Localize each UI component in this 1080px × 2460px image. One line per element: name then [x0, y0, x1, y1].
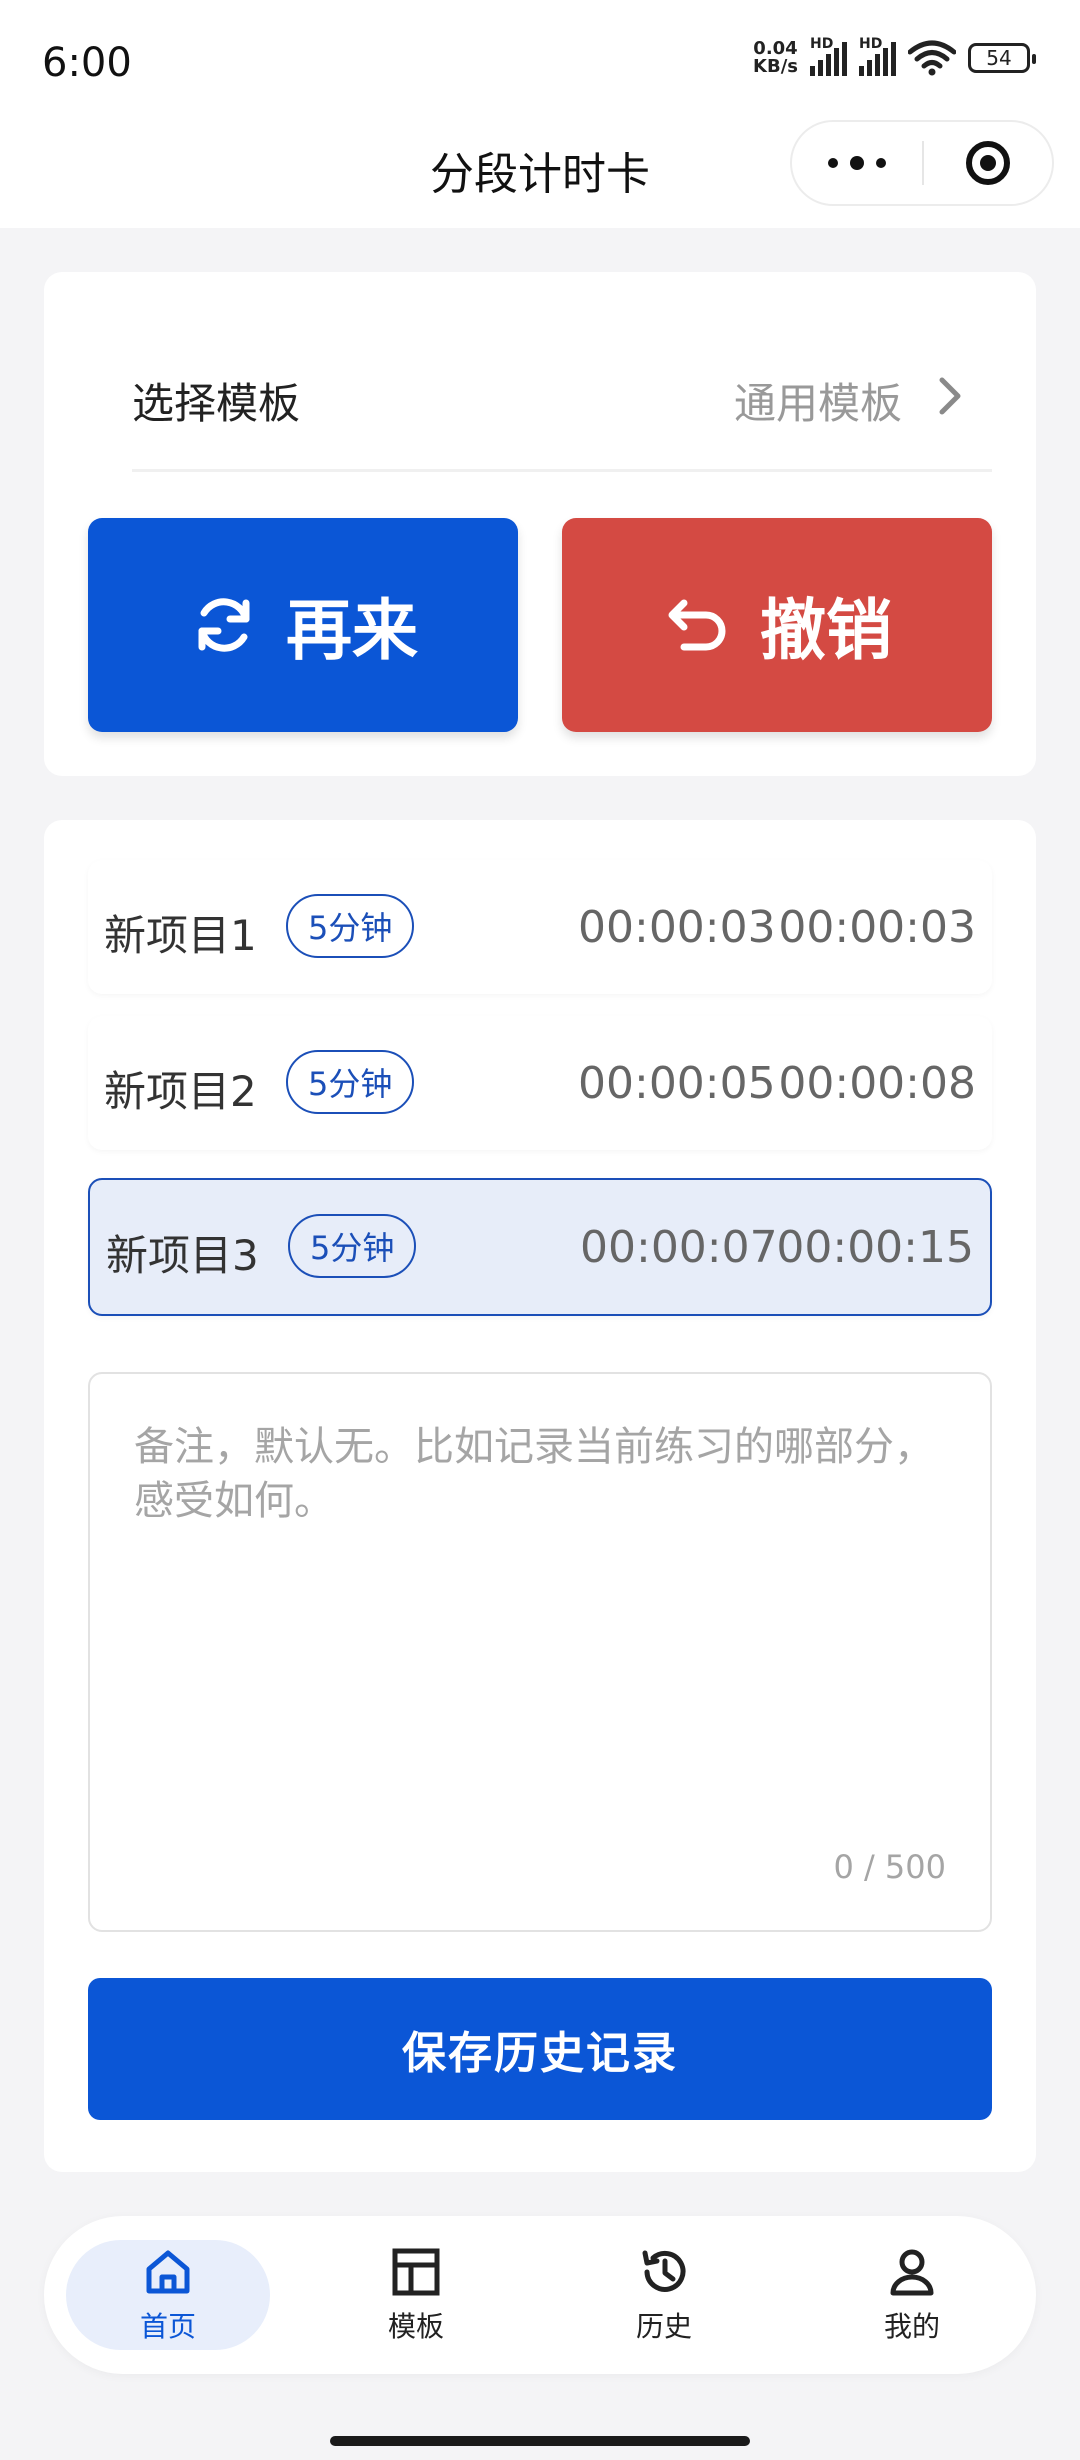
undo-button[interactable]: 撤销: [562, 518, 992, 732]
timer-card: 新项目1 5分钟 00:00:03 00:00:03 新项目2 5分钟 00:0…: [44, 820, 1036, 2172]
note-placeholder: 备注，默认无。比如记录当前练习的哪部分，感受如何。: [134, 1424, 934, 1524]
template-icon: [392, 2248, 440, 2296]
tab-history[interactable]: 历史: [562, 2240, 766, 2350]
timer-item[interactable]: 新项目1 5分钟 00:00:03 00:00:03: [88, 860, 992, 994]
note-char-counter: 0 / 500: [833, 1848, 946, 1886]
bottom-tab-bar: 首页 模板 历史 我的: [44, 2216, 1036, 2374]
item-name: 新项目2: [104, 1067, 257, 1116]
item-total: 00:00:15: [776, 1222, 974, 1273]
undo-icon: [668, 599, 726, 651]
item-elapsed: 00:00:07: [580, 1222, 778, 1273]
duration-badge: 5分钟: [286, 1050, 415, 1114]
target-icon: [966, 141, 1010, 185]
status-bar: 6:00 0.04 KB/s HD HD 54: [0, 0, 1080, 120]
item-elapsed: 00:00:03: [578, 902, 776, 953]
timer-item[interactable]: 新项目2 5分钟 00:00:05 00:00:08: [88, 1016, 992, 1150]
duration-badge: 5分钟: [288, 1214, 417, 1278]
control-card: 选择模板 通用模板 再来 撤销: [44, 272, 1036, 776]
miniprogram-capsule: [790, 120, 1054, 206]
hd-label-2: HD: [859, 36, 883, 52]
tab-me[interactable]: 我的: [810, 2240, 1014, 2350]
more-dot-icon: [876, 158, 886, 168]
more-button[interactable]: [792, 122, 922, 204]
timer-item-active[interactable]: 新项目3 5分钟 00:00:07 00:00:15: [88, 1178, 992, 1316]
hd-label: HD: [810, 36, 834, 52]
chevron-right-icon: [939, 377, 961, 415]
home-indicator: [330, 2436, 750, 2446]
tab-template[interactable]: 模板: [314, 2240, 518, 2350]
item-name: 新项目3: [106, 1231, 259, 1280]
status-time: 6:00: [42, 40, 132, 86]
again-label: 再来: [286, 592, 418, 669]
template-value: 通用模板: [733, 379, 902, 428]
item-elapsed: 00:00:05: [578, 1058, 776, 1109]
battery-level: 54: [986, 46, 1012, 70]
status-icons: 0.04 KB/s HD HD 54: [753, 36, 1036, 76]
tab-label: 模板: [387, 2310, 444, 2343]
home-icon: [146, 2250, 190, 2294]
item-total: 00:00:03: [778, 902, 976, 953]
template-label: 选择模板: [132, 379, 301, 428]
refresh-icon: [198, 598, 250, 652]
network-speed-unit: KB/s: [753, 56, 798, 77]
item-total: 00:00:08: [778, 1058, 976, 1109]
template-selector[interactable]: 选择模板 通用模板: [44, 272, 1036, 472]
tab-home[interactable]: 首页: [66, 2240, 270, 2350]
divider: [132, 469, 992, 472]
undo-label: 撤销: [760, 592, 892, 669]
more-dot-icon: [850, 156, 864, 170]
duration-badge: 5分钟: [286, 894, 415, 958]
signal-icon-2: HD: [859, 36, 896, 76]
more-dot-icon: [828, 158, 838, 168]
tab-label: 首页: [139, 2310, 196, 2343]
network-speed: 0.04 KB/s: [753, 40, 798, 76]
battery-icon: 54: [968, 43, 1036, 73]
tab-label: 我的: [883, 2310, 940, 2343]
wifi-icon: [908, 40, 956, 76]
nav-bar: 分段计时卡: [0, 120, 1080, 228]
signal-icon: HD: [810, 36, 847, 76]
note-textarea[interactable]: 备注，默认无。比如记录当前练习的哪部分，感受如何。 0 / 500: [88, 1372, 992, 1932]
user-icon: [890, 2249, 934, 2296]
save-history-button[interactable]: 保存历史记录: [88, 1978, 992, 2120]
tab-label: 历史: [635, 2310, 692, 2343]
again-button[interactable]: 再来: [88, 518, 518, 732]
item-name: 新项目1: [104, 911, 257, 960]
close-miniprogram-button[interactable]: [924, 141, 1052, 185]
history-icon: [642, 2250, 686, 2292]
